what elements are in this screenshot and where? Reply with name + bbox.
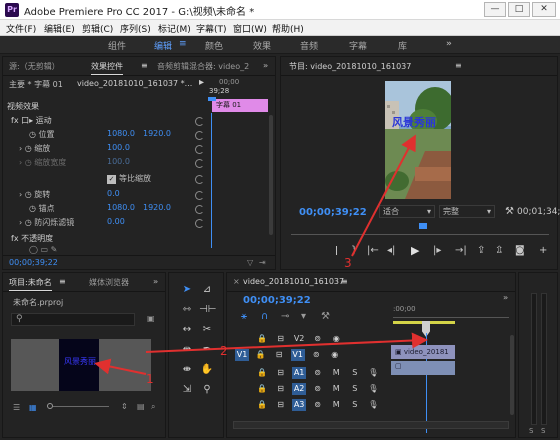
annotation-arrow-2	[145, 332, 428, 353]
annotation-label-2: 2	[220, 344, 228, 358]
annotation-arrow-1	[94, 358, 147, 375]
annotation-label-3: 3	[344, 256, 352, 270]
annotation-label-1: 1	[146, 372, 154, 386]
annotation-arrow-3	[351, 134, 416, 257]
annotation-overlay	[94, 134, 428, 375]
